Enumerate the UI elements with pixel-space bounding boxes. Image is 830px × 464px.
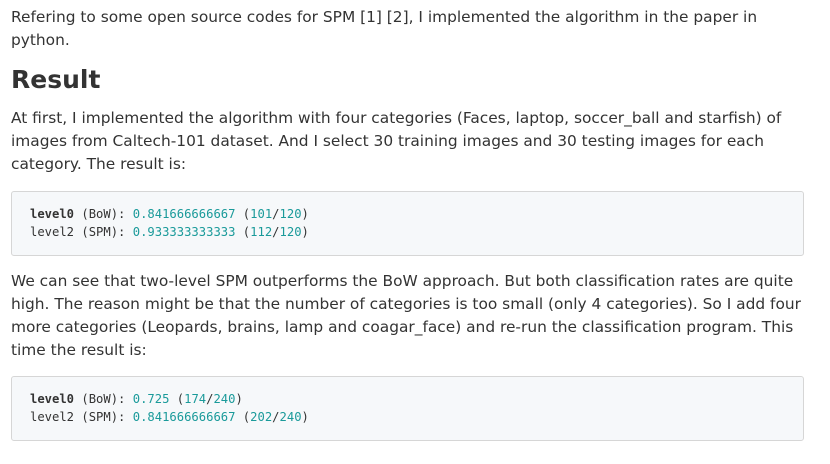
code-block-eight-categories: level0 (BoW): 0.725 (174/240) level2 (SP… bbox=[11, 376, 804, 441]
method-label: (BoW): bbox=[74, 392, 133, 406]
level-name: level0 bbox=[30, 392, 75, 406]
slash: / bbox=[272, 409, 280, 424]
correct-count: 112 bbox=[250, 224, 273, 239]
paren-open: ( bbox=[169, 392, 185, 406]
code-line-level0: level0 (BoW): 0.725 (174/240) bbox=[30, 391, 803, 409]
total-count: 120 bbox=[279, 224, 302, 239]
level-name: level2 bbox=[30, 409, 75, 424]
second-experiment-paragraph: We can see that two-level SPM outperform… bbox=[11, 272, 801, 359]
paren-open: ( bbox=[235, 409, 251, 424]
total-count: 240 bbox=[279, 409, 302, 424]
code-line-level2: level2 (SPM): 0.933333333333 (112/120) bbox=[30, 224, 803, 242]
classification-rate: 0.841666666667 bbox=[132, 409, 236, 424]
classification-rate: 0.841666666667 bbox=[132, 207, 236, 221]
method-label: (SPM): bbox=[74, 224, 133, 239]
correct-count: 174 bbox=[184, 392, 207, 406]
level-name: level2 bbox=[30, 224, 75, 239]
intro-paragraph: Refering to some open source codes for S… bbox=[11, 8, 758, 49]
slash: / bbox=[272, 224, 280, 239]
paren-close: ) bbox=[301, 207, 309, 221]
slash: / bbox=[272, 207, 280, 221]
level-name: level0 bbox=[30, 207, 75, 221]
total-count: 240 bbox=[213, 392, 236, 406]
method-label: (SPM): bbox=[74, 409, 133, 424]
code-line-level2: level2 (SPM): 0.841666666667 (202/240) bbox=[30, 409, 803, 427]
paren-close: ) bbox=[235, 392, 243, 406]
paren-close: ) bbox=[301, 224, 309, 239]
correct-count: 101 bbox=[250, 207, 273, 221]
total-count: 120 bbox=[279, 207, 302, 221]
correct-count: 202 bbox=[250, 409, 273, 424]
classification-rate: 0.933333333333 bbox=[132, 224, 236, 239]
paren-open: ( bbox=[235, 207, 251, 221]
first-experiment-paragraph: At first, I implemented the algorithm wi… bbox=[11, 109, 782, 173]
code-line-level0: level0 (BoW): 0.841666666667 (101/120) bbox=[30, 206, 803, 224]
classification-rate: 0.725 bbox=[132, 392, 170, 406]
method-label: (BoW): bbox=[74, 207, 133, 221]
paren-open: ( bbox=[235, 224, 251, 239]
paren-close: ) bbox=[301, 409, 309, 424]
result-heading: Result bbox=[11, 65, 101, 94]
code-block-four-categories: level0 (BoW): 0.841666666667 (101/120) l… bbox=[11, 191, 804, 256]
